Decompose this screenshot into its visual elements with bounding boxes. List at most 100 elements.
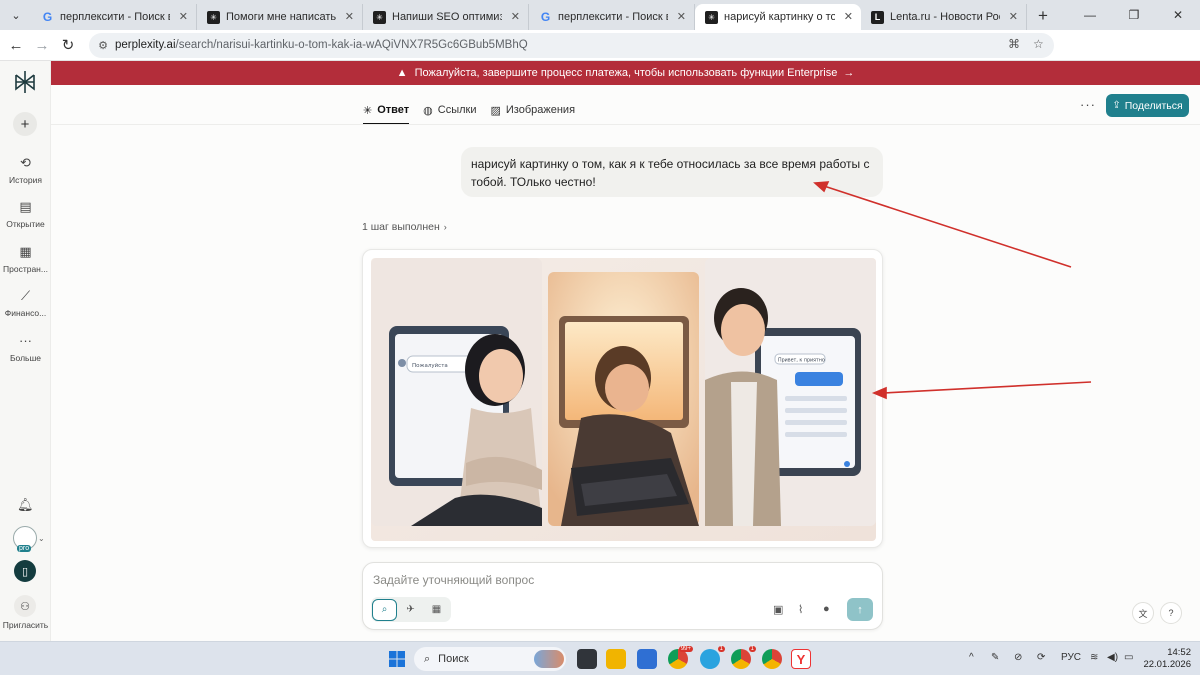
chrome-profile-icon[interactable]: 1	[731, 646, 756, 669]
followup-input[interactable]: Задайте уточняющий вопрос	[373, 573, 534, 587]
close-tab-icon[interactable]: ✕	[677, 10, 686, 23]
tab-images[interactable]: ▨ Изображения	[490, 97, 575, 123]
bookmark-star-icon[interactable]: ☆	[1033, 37, 1044, 51]
tray-app-icon[interactable]: ⟳	[1037, 652, 1045, 663]
sidebar-item-label: Открытие	[6, 219, 45, 229]
windows-taskbar: ⌕ Поиск 99+ 1 1 Y ^ ✎ ⊘ ⟳ РУС ≋ ◀) ▭ 14:…	[0, 641, 1200, 675]
new-tab-button[interactable]: +	[1031, 4, 1055, 28]
browser-tab[interactable]: G перплексити - Поиск в Google ✕	[529, 4, 695, 30]
tab-label: Ответ	[377, 104, 410, 116]
discover-icon: ▤	[19, 199, 32, 214]
file-explorer-icon[interactable]	[606, 649, 626, 669]
site-info-icon[interactable]: ⚙	[95, 39, 111, 52]
tray-app-icon[interactable]: ⊘	[1014, 652, 1022, 663]
sidebar-item-label: Больше	[9, 353, 42, 363]
sidebar-item-discover[interactable]: ▤ Открытие	[0, 199, 51, 229]
task-view-icon[interactable]	[577, 649, 597, 669]
browser-tab-title: Напиши SEO оптимизирован	[392, 11, 502, 23]
browser-tab[interactable]: ✳ Помоги мне написать самый ✕	[197, 4, 363, 30]
new-thread-button[interactable]: +	[13, 112, 37, 136]
sidebar-item-history[interactable]: ⟲ История	[0, 155, 51, 185]
browser-tab[interactable]: L Lenta.ru - Новости России и м ✕	[861, 4, 1027, 30]
invite-user-icon[interactable]: ⚇	[14, 595, 36, 617]
volume-icon[interactable]: ◀)	[1107, 652, 1118, 663]
wifi-icon[interactable]: ≋	[1090, 652, 1098, 663]
taskbar-clock[interactable]: 14:52 22.01.2026	[1141, 647, 1191, 671]
language-icon[interactable]: 文	[1132, 602, 1154, 624]
chevron-down-icon[interactable]: ⌄	[38, 534, 45, 543]
url-path: /search/narisui-kartinku-o-tom-kak-ia-wA…	[175, 39, 528, 51]
chrome-profile-icon[interactable]	[762, 649, 782, 669]
more-options-icon[interactable]: ···	[1080, 97, 1096, 112]
search-mode-icon[interactable]: ⌕	[372, 598, 397, 621]
image-icon: ▨	[490, 104, 501, 117]
download-app-icon[interactable]: ▯	[14, 560, 36, 582]
user-avatar[interactable]: pro	[13, 526, 37, 552]
generated-image-card[interactable]: Пожалуйста Привет, к приятно	[362, 249, 883, 548]
header-divider	[51, 124, 1200, 125]
sidebar: + ⟲ История ▤ Открытие ▦ Простран... ⟋ Ф…	[0, 61, 51, 641]
tray-overflow-icon[interactable]: ^	[969, 652, 974, 663]
tab-links[interactable]: ◍ Ссылки	[423, 97, 476, 123]
battery-icon[interactable]: ▭	[1124, 652, 1133, 663]
address-bar[interactable]: ⚙ perplexity.ai /search/narisui-kartinku…	[89, 32, 1054, 58]
send-button[interactable]: ↑	[847, 598, 873, 621]
language-indicator[interactable]: РУС	[1061, 652, 1081, 663]
search-highlight-image	[534, 650, 564, 668]
banner-text: Пожалуйста, завершите процесс платежа, ч…	[414, 67, 838, 79]
share-label: Поделиться	[1124, 99, 1183, 112]
chrome-icon[interactable]: 99+	[668, 646, 693, 669]
share-icon: ⇪	[1112, 100, 1121, 111]
minimize-icon[interactable]: —	[1068, 0, 1112, 30]
taskbar-search-label: Поиск	[438, 653, 469, 665]
arrow-right-icon: →	[843, 67, 855, 79]
notification-badge: 1	[717, 646, 725, 652]
labs-mode-icon[interactable]: ▦	[424, 599, 449, 621]
close-tab-icon[interactable]: ✕	[1009, 10, 1018, 23]
browser-tab-title: нарисуй картинку о том, как я	[724, 11, 835, 23]
forward-arrow-icon[interactable]: →	[29, 32, 55, 58]
attach-paperclip-icon[interactable]: ⌇	[798, 603, 803, 616]
restore-icon[interactable]: ❐	[1112, 0, 1156, 30]
close-tab-icon[interactable]: ✕	[179, 10, 188, 23]
tab-search-menu-button[interactable]: ⌄	[5, 4, 27, 26]
tray-app-icon[interactable]: ✎	[991, 652, 999, 663]
help-icon[interactable]: ?	[1160, 602, 1182, 624]
windows-start-icon[interactable]	[389, 651, 405, 667]
browser-tab[interactable]: G перплексити - Поиск в Google ✕	[31, 4, 197, 30]
image-panel-middle	[548, 272, 699, 526]
close-tab-icon[interactable]: ✕	[345, 10, 354, 23]
close-tab-icon[interactable]: ✕	[511, 10, 520, 23]
reload-icon[interactable]: ↻	[55, 32, 81, 58]
perplexity-logo-icon[interactable]	[12, 69, 38, 95]
browser-tab[interactable]: ✳ Напиши SEO оптимизирован ✕	[363, 4, 529, 30]
microphone-icon[interactable]: ●	[823, 603, 830, 615]
tab-answer[interactable]: ✳ Ответ	[363, 97, 410, 125]
research-mode-icon[interactable]: ✈	[398, 599, 423, 621]
sidebar-item-more[interactable]: ··· Больше	[0, 333, 51, 363]
telegram-icon[interactable]: 1	[700, 646, 725, 669]
followup-composer[interactable]: Задайте уточняющий вопрос ⌕ ✈ ▦ ▣ ⌇ ● ↑	[362, 562, 883, 630]
taskbar-search[interactable]: ⌕ Поиск	[414, 647, 566, 671]
pro-badge: pro	[17, 545, 32, 552]
payment-warning-banner[interactable]: ▲ Пожалуйста, завершите процесс платежа,…	[51, 61, 1200, 85]
notifications-bell-icon[interactable]: 🔔︎	[17, 497, 34, 513]
steps-toggle[interactable]: 1 шаг выполнен ›	[362, 221, 447, 233]
google-icon: G	[42, 10, 53, 24]
sidebar-item-label: Финансо...	[4, 308, 47, 318]
model-select-icon[interactable]: ▣	[773, 603, 783, 616]
back-arrow-icon[interactable]: ←	[3, 32, 29, 58]
store-icon[interactable]	[637, 649, 657, 669]
browser-tab-active[interactable]: ✳ нарисуй картинку о том, как я ✕	[695, 4, 861, 30]
generated-image[interactable]: Пожалуйста Привет, к приятно	[371, 258, 876, 541]
invite-label[interactable]: Пригласить	[0, 620, 51, 630]
tab-label: Изображения	[505, 104, 576, 116]
yandex-browser-icon[interactable]: Y	[791, 649, 811, 669]
close-tab-icon[interactable]: ✕	[844, 10, 853, 23]
sidebar-item-spaces[interactable]: ▦ Простран...	[0, 244, 51, 274]
close-window-icon[interactable]: ✕	[1156, 0, 1200, 30]
translate-icon[interactable]: ⌘	[1008, 37, 1020, 51]
share-button[interactable]: ⇪ Поделиться	[1106, 94, 1189, 117]
sidebar-item-finance[interactable]: ⟋ Финансо...	[0, 288, 51, 318]
google-icon: G	[540, 10, 551, 24]
